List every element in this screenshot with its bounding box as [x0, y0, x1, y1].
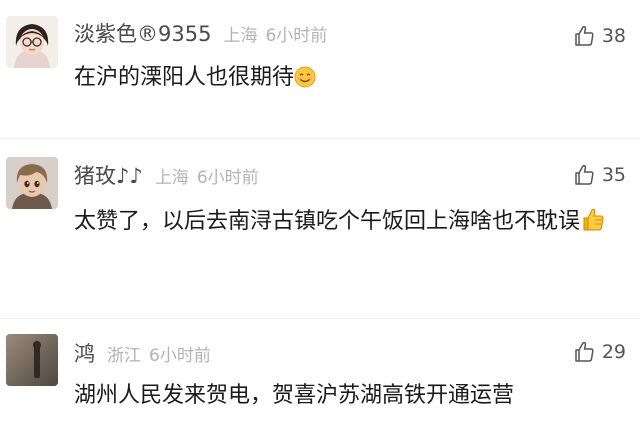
thumbs-up-outline-icon [575, 164, 594, 185]
like-button[interactable]: 35 [572, 163, 626, 187]
like-button[interactable]: 38 [572, 24, 626, 48]
comment-text: 太赞了，以后去南浔古镇吃个午饭回上海啥也不耽误 [74, 209, 581, 234]
comment-text: 湖州人民发来贺电，贺喜沪苏湖高铁开通运营 [74, 383, 515, 408]
avatar[interactable] [6, 16, 58, 68]
timestamp: 6小时前 [196, 168, 259, 188]
like-count: 29 [601, 341, 626, 363]
thumbs-up-outline-icon [575, 25, 594, 46]
like-count: 38 [601, 25, 626, 47]
timestamp: 6小时前 [265, 26, 328, 46]
thumbs-up-outline-icon [575, 341, 594, 362]
comment-item: 猪玫♪♪ 上海 6小时前 35 太赞了，以后去南浔古镇吃个午饭回上海啥也不耽误 [0, 140, 640, 290]
avatar[interactable] [6, 157, 58, 209]
comment-text-block: 太赞了，以后去南浔古镇吃个午饭回上海啥也不耽误 [74, 202, 619, 246]
timestamp: 6小时前 [149, 346, 211, 366]
username[interactable]: 淡紫色®9355 [74, 18, 211, 48]
avatar[interactable] [6, 334, 58, 386]
comment-item: 淡紫色®9355 上海 6小时前 38 在沪的溧阳人也很期待 [0, 0, 640, 110]
location-label: 上海 [154, 168, 189, 188]
comment-item: 鸿 浙江 6小时前 29 湖州人民发来贺电，贺喜沪苏湖高铁开通运营 [0, 320, 640, 424]
divider [0, 318, 640, 319]
smile-emoji [294, 62, 316, 102]
username[interactable]: 鸿 [74, 338, 95, 368]
comment-text-block: 在沪的溧阳人也很期待 [74, 58, 619, 102]
thumbs-up-emoji [580, 206, 606, 246]
username[interactable]: 猪玫♪♪ [74, 160, 143, 190]
location-label: 浙江 [107, 346, 141, 366]
like-count: 35 [601, 164, 626, 186]
comment-text-block: 湖州人民发来贺电，贺喜沪苏湖高铁开通运营 [74, 376, 619, 416]
divider [0, 138, 640, 139]
like-button[interactable]: 29 [572, 340, 626, 364]
location-label: 上海 [223, 26, 258, 46]
comment-text: 在沪的溧阳人也很期待 [74, 65, 295, 90]
